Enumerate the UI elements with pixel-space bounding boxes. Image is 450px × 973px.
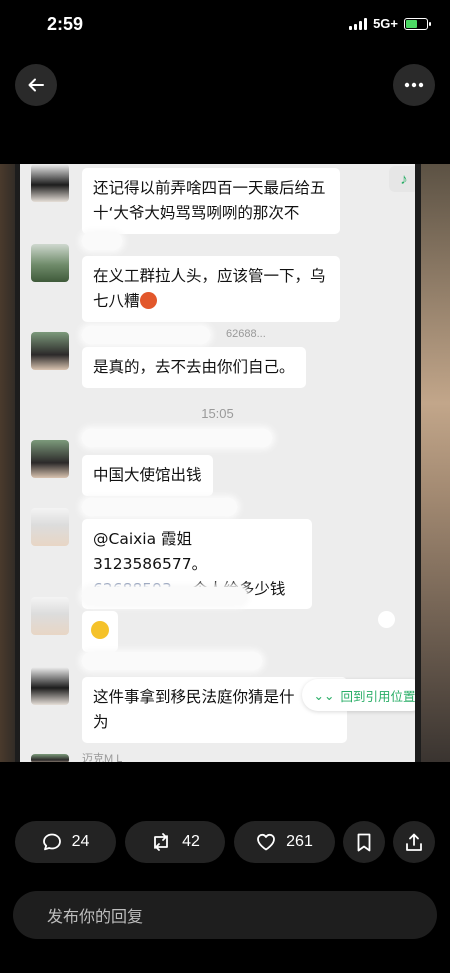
chat-line: 七八糟 [93, 291, 140, 310]
angry-emoji-icon [139, 291, 157, 309]
laughing-emoji-icon [91, 621, 109, 639]
blurred-name [82, 232, 122, 250]
avatar [31, 754, 69, 762]
repost-button[interactable]: 42 [125, 821, 225, 863]
avatar [31, 244, 69, 282]
avatar [31, 164, 69, 202]
reply-input[interactable]: 发布你的回复 [13, 891, 437, 939]
back-button[interactable] [15, 64, 57, 106]
avatar [31, 667, 69, 705]
avatar [31, 597, 69, 635]
battery-icon [404, 17, 431, 30]
like-button[interactable]: 261 [234, 821, 335, 863]
jump-to-quote-button: ⌄⌄ 回到引用位置 [302, 679, 415, 711]
share-button[interactable] [393, 821, 435, 863]
white-dot [378, 611, 395, 628]
network-label: 5G+ [373, 16, 398, 31]
heart-icon [257, 833, 276, 851]
chat-line: @Caixia 霞姐3123586577。 [93, 530, 208, 573]
chat-timestamp: 15:05 [201, 406, 234, 421]
status-indicators: 5G+ [349, 16, 431, 31]
chat-line: 这件事拿到移民法庭你猜是什 [93, 688, 295, 706]
repost-icon [154, 833, 168, 851]
bookmark-button[interactable] [343, 821, 385, 863]
comment-icon [42, 833, 61, 851]
comment-count: 24 [71, 833, 90, 850]
status-bar: 2:59 5G+ [0, 0, 450, 52]
avatar [31, 332, 69, 370]
post-photo[interactable]: ♪ 还记得以前弄啥四百一天最后给五十‘大爷大妈骂骂咧咧的那次不 在义工群拉人头，… [0, 164, 450, 762]
chat-bubble: 还记得以前弄啥四百一天最后给五十‘大爷大妈骂骂咧咧的那次不 [82, 168, 340, 234]
music-note-icon: ♪ [389, 166, 415, 192]
share-icon [406, 833, 422, 851]
more-options-button[interactable] [393, 64, 435, 106]
blurred-name [82, 429, 272, 447]
like-count: 261 [286, 833, 313, 850]
blurred-name [82, 498, 237, 516]
avatar [31, 440, 69, 478]
arrow-left-icon [28, 78, 44, 92]
comment-button[interactable]: 24 [15, 821, 116, 863]
jump-label: 回到引用位置 [340, 688, 415, 704]
signal-icon [349, 17, 368, 30]
more-dots-icon [404, 82, 424, 88]
chat-line-with-emoji: 七八糟 [93, 289, 329, 314]
sender-name: 62688... [226, 328, 266, 340]
bookmark-icon [357, 833, 371, 851]
chat-bubble: 中国大使馆出钱 [82, 455, 213, 496]
double-chevron-down-icon: ⌄⌄ [313, 687, 335, 703]
blurred-name [82, 326, 210, 344]
blurred-name [82, 652, 262, 670]
chat-bubble: 是真的，去不去由你们自己。 [82, 347, 306, 388]
chat-bubble: 在义工群拉人头，应该管一下，乌 七八糟 [82, 256, 340, 322]
blurred-name [82, 587, 247, 605]
action-bar: 24 42 261 [15, 821, 435, 863]
chat-screenshot: ♪ 还记得以前弄啥四百一天最后给五十‘大爷大妈骂骂咧咧的那次不 在义工群拉人头，… [20, 164, 415, 762]
sender-name: 迈克M L [82, 753, 123, 762]
avatar [31, 508, 69, 546]
emoji-bubble [82, 611, 118, 652]
status-time: 2:59 [47, 14, 84, 34]
chat-line: 在义工群拉人头，应该管一下，乌 [93, 267, 326, 285]
chat-line: 为 [93, 712, 109, 731]
repost-count: 42 [182, 833, 200, 850]
